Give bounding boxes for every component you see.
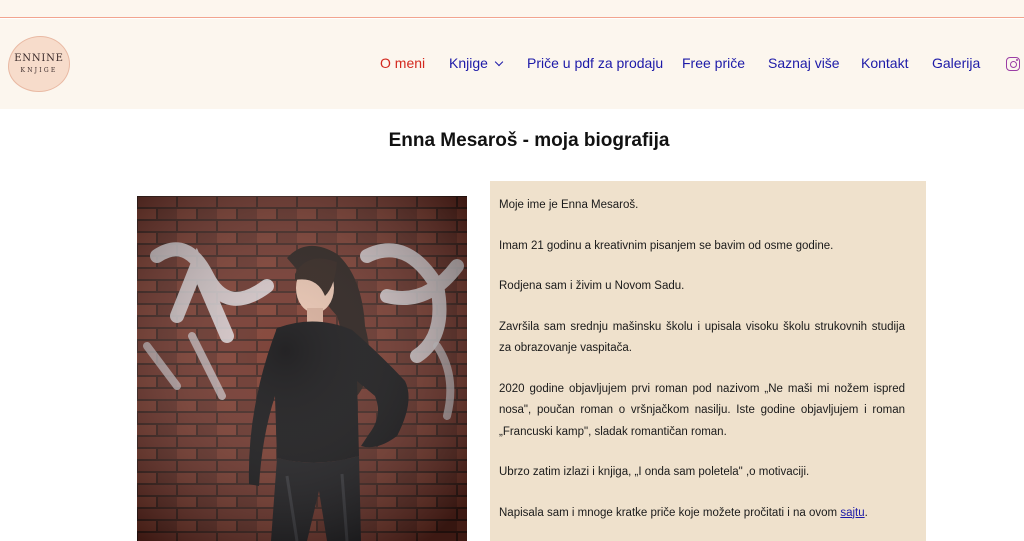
site-logo[interactable]: ENNINE KNJIGE [6,36,72,92]
bio-paragraph: 2020 godine objavljujem prvi roman pod n… [499,382,905,438]
bio-paragraph-last: Napisala sam i mnoge kratke priče koje m… [499,503,905,525]
nav-item-knjige[interactable]: Knjige [449,55,504,71]
nav-item-price-pdf[interactable]: Priče u pdf za prodaju [527,55,663,71]
site-header: ENNINE KNJIGE O meni Knjige Priče u pdf … [0,19,1024,109]
bio-paragraph: Ubrzo zatim izlazi i knjiga, „I onda sam… [499,466,810,478]
nav-item-kontakt[interactable]: Kontakt [861,55,908,71]
logo-blob [8,36,70,92]
logo-subtitle: KNJIGE [20,67,58,74]
logo-title: ENNINE [14,53,64,64]
biography-panel: Moje ime je Enna Mesaroš. Imam 21 godinu… [490,181,926,541]
nav-item-saznaj-vise[interactable]: Saznaj više [768,55,840,71]
nav-item-free-price[interactable]: Free priče [682,55,745,71]
bio-paragraph: Moje ime je Enna Mesaroš. [499,199,639,211]
nav-item-galerija[interactable]: Galerija [932,55,980,71]
bio-paragraph: Rodjena sam i živim u Novom Sadu. [499,280,685,292]
author-photo [137,196,467,541]
instagram-icon[interactable] [1006,57,1020,71]
page-title: Enna Mesaroš - moja biografija [388,130,670,151]
top-accent-bar [0,0,1024,18]
bio-paragraph: Završila sam srednju mašinsku školu i up… [499,320,905,355]
bio-paragraph-text: Napisala sam i mnoge kratke priče koje m… [499,506,838,519]
chevron-down-icon [494,57,504,67]
bio-paragraph: Imam 21 godinu a kreativnim pisanjem se … [499,239,834,252]
nav-item-o-meni[interactable]: O meni [380,55,425,71]
bio-link-suffix: . [864,506,868,519]
site-link[interactable]: sajtu [840,507,864,519]
nav-item-knjige-label: Knjige [449,55,488,71]
author-photo-image [137,196,467,541]
